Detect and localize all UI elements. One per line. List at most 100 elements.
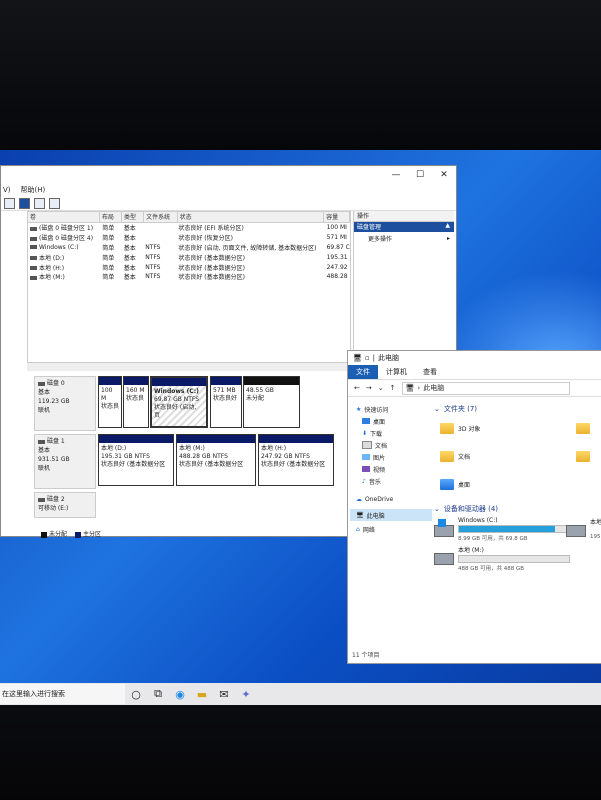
col-type[interactable]: 类型 xyxy=(122,212,145,222)
unallocated-space[interactable]: 48.55 GB 未分配 xyxy=(243,376,300,428)
partition-bar xyxy=(259,435,333,443)
partition-status: 状态良好 (启动, 页 xyxy=(154,404,197,419)
chevron-down-icon[interactable]: ⌄ xyxy=(378,384,384,392)
list-icon[interactable] xyxy=(49,197,60,209)
table-row[interactable]: (磁盘 0 磁盘分区 4) 简单 基本 状态良好 (恢复分区) 571 MI xyxy=(28,233,350,243)
up-arrow-icon[interactable]: ↑ xyxy=(390,384,396,392)
devices-section-header[interactable]: ⌄ 设备和驱动器 (4) xyxy=(434,503,498,515)
partition-status: 状态良好 xyxy=(213,395,238,402)
partition[interactable]: 本地 (H:) 247.92 GB NTFS 状态良好 (基本数据分区 xyxy=(258,434,334,486)
disk-0-label[interactable]: 磁盘 0 基本 119.23 GB 联机 xyxy=(34,376,96,431)
col-fs[interactable]: 文件系统 xyxy=(144,212,178,222)
sidebar-item-desktop[interactable]: 桌面 xyxy=(350,415,432,427)
file-explorer-icon[interactable]: ▬ xyxy=(191,684,213,704)
drive-m[interactable]: 本地 (M:) 488 GB 可用，共 488 GB xyxy=(434,545,574,573)
partition[interactable]: 本地 (D:) 195.31 GB NTFS 状态良好 (基本数据分区 xyxy=(98,434,174,486)
maximize-button[interactable]: ☐ xyxy=(408,166,432,184)
hard-drive-icon xyxy=(434,553,454,565)
address-bar[interactable]: 🖥 › 此电脑 xyxy=(401,381,570,395)
sidebar-item-downloads[interactable]: ⬇ 下载 xyxy=(350,427,432,439)
volume-list: 卷 布局 类型 文件系统 状态 容量 (磁盘 0 磁盘分区 1) 简单 基本 状态良好… xyxy=(27,211,351,363)
disk-1-label[interactable]: 磁盘 1 基本 931.51 GB 联机 xyxy=(34,434,96,489)
folders-header-label: 文件夹 (7) xyxy=(443,405,478,413)
disk-2-label[interactable]: 磁盘 2 可移动 (E:) xyxy=(34,492,96,518)
horizontal-scrollbar[interactable] xyxy=(27,362,349,371)
partition[interactable]: 160 M 状态良 xyxy=(123,376,149,428)
sidebar-item-videos[interactable]: 视频 xyxy=(350,463,432,475)
sidebar-item-network[interactable]: ⌂ 网络 xyxy=(350,523,432,535)
close-button[interactable]: ✕ xyxy=(432,166,456,184)
menu-help[interactable]: 帮助(H) xyxy=(21,185,46,195)
sidebar-label: 快速访问 xyxy=(364,406,389,414)
table-row[interactable]: 本地 (M:) 简单 基本 NTFS 状态良好 (基本数据分区) 488.28 xyxy=(28,272,350,282)
help-icon[interactable] xyxy=(34,197,45,209)
task-view-icon[interactable]: ⧉ xyxy=(147,684,169,704)
minimize-button[interactable]: — xyxy=(384,166,408,184)
disk-graphical-view: 磁盘 0 基本 119.23 GB 联机 100 M 状态良 160 M 状态良 W… xyxy=(34,376,349,536)
cortana-icon[interactable]: ○ xyxy=(125,684,147,704)
col-status[interactable]: 状态 xyxy=(178,212,325,222)
sidebar-label: 桌面 xyxy=(373,418,386,426)
disk-title: 磁盘 2 xyxy=(47,496,65,503)
tab-file[interactable]: 文件 xyxy=(348,365,378,379)
tab-computer[interactable]: 计算机 xyxy=(378,365,415,379)
disk-icon xyxy=(30,266,37,271)
col-layout[interactable]: 布局 xyxy=(100,212,122,222)
document-icon xyxy=(362,441,372,449)
folder-partial[interactable] xyxy=(576,451,590,462)
sidebar-item-documents[interactable]: 文档 xyxy=(350,439,432,451)
col-capacity[interactable]: 容量 xyxy=(324,212,350,222)
app-icon[interactable]: ✦ xyxy=(235,684,257,704)
volume-type: 基本 xyxy=(123,235,136,243)
drive-d-partial[interactable]: 本地 195 xyxy=(566,517,601,545)
sidebar-item-quick-access[interactable]: ★ 快速访问 xyxy=(350,403,432,415)
partition-name: 本地 (M:) xyxy=(179,445,205,452)
disk-icon xyxy=(30,275,37,280)
folder-3d-objects[interactable]: 3D 对象 xyxy=(440,423,480,434)
sidebar-item-pictures[interactable]: 图片 xyxy=(350,451,432,463)
col-volume[interactable]: 卷 xyxy=(28,212,100,222)
sidebar-item-music[interactable]: ♪ 音乐 xyxy=(350,475,432,487)
back-arrow-icon[interactable]: ← xyxy=(354,384,360,392)
partition[interactable]: 571 MB 状态良好 xyxy=(210,376,242,428)
quick-access-toolbar-icon[interactable]: ▫ xyxy=(365,354,370,362)
content-pane: ⌄ 文件夹 (7) 3D 对象 文档 桌面 ⌄ 设备和驱动器 (4) Windows… xyxy=(434,403,601,653)
table-row[interactable]: 本地 (H:) 简单 基本 NTFS 状态良好 (基本数据分区) 247.92 xyxy=(28,262,350,272)
actions-more[interactable]: 更多操作 ▸ xyxy=(354,232,454,244)
volume-layout: 简单 xyxy=(102,244,115,252)
windows-drive-icon xyxy=(434,519,454,537)
forward-arrow-icon[interactable]: → xyxy=(366,384,372,392)
partition[interactable]: 本地 (M:) 488.28 GB NTFS 状态良好 (基本数据分区 xyxy=(176,434,256,486)
partition[interactable]: 100 M 状态良 xyxy=(98,376,122,428)
table-row[interactable]: (磁盘 0 磁盘分区 1) 简单 基本 状态良好 (EFI 系统分区) 100 MI xyxy=(28,223,350,233)
taskbar-search[interactable]: 在这里输入进行搜索 xyxy=(0,684,125,704)
drive-c[interactable]: Windows (C:) 8.99 GB 可用，共 69.8 GB xyxy=(434,517,574,545)
back-icon[interactable] xyxy=(4,197,15,209)
sidebar-item-this-pc[interactable]: 🖥 此电脑 xyxy=(350,509,432,521)
menu-view[interactable]: V) xyxy=(3,186,11,194)
volume-name: Windows (C:) xyxy=(39,243,79,251)
partition-size: 48.55 GB xyxy=(246,387,274,394)
disk-size: 119.23 GB xyxy=(38,398,70,405)
folders-section-header[interactable]: ⌄ 文件夹 (7) xyxy=(434,403,601,415)
table-row[interactable]: 本地 (D:) 简单 基本 NTFS 状态良好 (基本数据分区) 195.31 xyxy=(28,252,350,262)
tab-view[interactable]: 查看 xyxy=(415,365,445,379)
volume-layout: 简单 xyxy=(102,254,115,262)
legend-label: 主分区 xyxy=(83,531,102,538)
volume-fs: NTFS xyxy=(145,243,161,251)
edge-icon[interactable]: ◉ xyxy=(169,684,191,704)
partition-size: 69.87 GB NTFS xyxy=(154,396,200,403)
mail-icon[interactable]: ✉ xyxy=(213,684,235,704)
folder-partial[interactable] xyxy=(576,423,590,434)
sidebar-item-onedrive[interactable]: ☁ OneDrive xyxy=(350,493,432,505)
volume-type: 基本 xyxy=(123,264,136,272)
partition-status: 状态良好 (基本数据分区 xyxy=(261,461,326,468)
properties-icon[interactable] xyxy=(19,197,30,209)
actions-disk-management[interactable]: 磁盘管理 ▲ xyxy=(354,222,454,232)
partition-c-selected[interactable]: Windows (C:) 69.87 GB NTFS 状态良好 (启动, 页 xyxy=(150,376,208,428)
table-row[interactable]: Windows (C:) 简单 基本 NTFS 状态良好 (启动, 页面文件, 故障转储… xyxy=(28,243,350,253)
folder-desktop[interactable]: 桌面 xyxy=(440,479,470,490)
volume-status: 状态良好 (恢复分区) xyxy=(178,235,233,243)
drive-space: 8.99 GB 可用，共 69.8 GB xyxy=(458,536,528,542)
folder-documents[interactable]: 文档 xyxy=(440,451,470,462)
